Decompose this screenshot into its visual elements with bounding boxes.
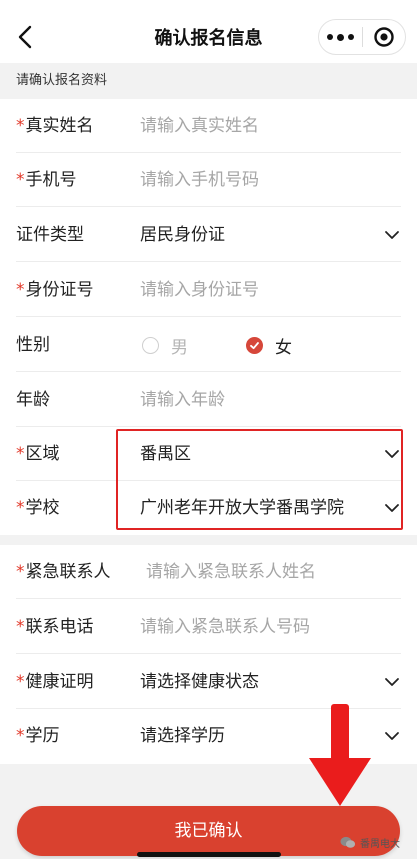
id-number-input[interactable]: 请输入身份证号: [140, 263, 259, 317]
field-label: 证件类型: [16, 225, 84, 245]
field-label: *真实姓名: [16, 116, 94, 136]
field-label: *紧急联系人: [16, 562, 111, 582]
gender-radio-group: 男 女: [142, 318, 350, 372]
annotation-highlight-box: [116, 429, 403, 530]
contact-phone-input[interactable]: 请输入紧急联系人号码: [140, 600, 310, 654]
education-select[interactable]: 请选择学历: [140, 709, 225, 763]
check-icon: [246, 336, 263, 354]
field-phone[interactable]: *手机号 请输入手机号码: [0, 153, 417, 207]
field-id-number[interactable]: *身份证号 请输入身份证号: [0, 263, 417, 317]
navbar: 确认报名信息: [0, 0, 417, 72]
watermark: 番禺电大: [340, 832, 400, 852]
field-emergency-contact[interactable]: *紧急联系人 请输入紧急联系人姓名: [0, 545, 417, 599]
id-type-select[interactable]: 居民身份证: [140, 208, 225, 262]
age-input[interactable]: 请输入年龄: [140, 373, 225, 427]
gender-option-female[interactable]: 女: [246, 333, 292, 358]
field-label: *区域: [16, 444, 60, 464]
radio-circle-icon: [142, 336, 159, 354]
field-label: *学历: [16, 726, 60, 746]
arrow-down-icon: [309, 704, 371, 806]
field-contact-phone[interactable]: *联系电话 请输入紧急联系人号码: [0, 600, 417, 654]
home-indicator: [137, 852, 281, 857]
field-label: *联系电话: [16, 617, 94, 637]
field-health[interactable]: *健康证明 请选择健康状态: [0, 655, 417, 709]
field-label: 性别: [16, 335, 50, 355]
target-circle-icon: [374, 27, 394, 47]
section-gap: [0, 535, 417, 545]
wechat-icon: [340, 836, 356, 848]
field-label: *手机号: [16, 170, 77, 190]
field-id-type[interactable]: 证件类型 居民身份证: [0, 208, 417, 262]
health-select[interactable]: 请选择健康状态: [140, 655, 259, 709]
field-label: *学校: [16, 498, 60, 518]
emergency-contact-input[interactable]: 请输入紧急联系人姓名: [146, 545, 316, 599]
real-name-input[interactable]: 请输入真实姓名: [140, 99, 259, 153]
more-button[interactable]: [319, 20, 362, 54]
more-dots-icon: [327, 34, 333, 40]
close-mini-program-button[interactable]: [363, 26, 405, 48]
field-label: 年龄: [16, 390, 50, 410]
chevron-down-icon[interactable]: [383, 226, 401, 244]
field-real-name[interactable]: *真实姓名 请输入真实姓名: [0, 99, 417, 153]
field-label: *健康证明: [16, 672, 94, 692]
chevron-down-icon[interactable]: [383, 673, 401, 691]
chevron-down-icon[interactable]: [383, 727, 401, 745]
mini-program-capsule: [318, 19, 406, 55]
field-age[interactable]: 年龄 请输入年龄: [0, 373, 417, 427]
gender-option-male[interactable]: 男: [142, 333, 188, 358]
field-label: *身份证号: [16, 280, 94, 300]
field-gender: 性别 男 女: [0, 318, 417, 372]
phone-input[interactable]: 请输入手机号码: [140, 153, 259, 207]
section-heading: 请确认报名资料: [0, 63, 417, 99]
